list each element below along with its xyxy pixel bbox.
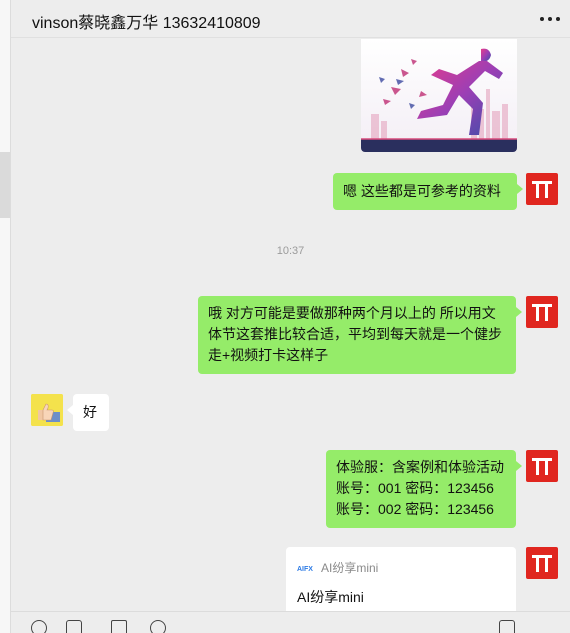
- thumbs-up-icon: [31, 394, 63, 426]
- conversation-list-edge[interactable]: [0, 0, 11, 633]
- more-dots-icon[interactable]: [540, 10, 560, 28]
- message-bubble-mine[interactable]: 嗯 这些都是可参考的资料: [333, 173, 523, 210]
- message-text: 好: [83, 404, 97, 420]
- emoji-icon[interactable]: [31, 620, 47, 633]
- message-line: 体节这套推比较合适，平均到每天就是一个健步: [208, 326, 502, 342]
- call-icon[interactable]: [499, 620, 515, 633]
- my-avatar[interactable]: [526, 173, 558, 205]
- chat-history-icon[interactable]: [150, 620, 166, 633]
- pi-logo-icon: [532, 181, 552, 198]
- mini-program-logo-icon: AIFX: [297, 566, 313, 573]
- mini-program-source-name: AI纷享mini: [321, 561, 379, 575]
- folder-icon[interactable]: [66, 620, 82, 633]
- mini-program-card[interactable]: AIFX AI纷享mini AI纷享mini: [286, 547, 516, 611]
- pi-logo-icon: [532, 458, 552, 475]
- chat-window: vinson蔡晓鑫万华 13632410809 嗯 这些都是可参考的资料 10:…: [0, 0, 570, 633]
- pi-logo-icon: [532, 304, 552, 321]
- runner-image: [361, 39, 517, 152]
- mini-program-source: AIFX AI纷享mini: [297, 559, 378, 576]
- scissors-icon[interactable]: [111, 620, 127, 633]
- mini-program-title: AI纷享mini: [297, 589, 364, 605]
- message-bubble-other[interactable]: 好: [67, 394, 109, 431]
- svg-text:AIFX: AIFX: [297, 566, 313, 573]
- message-list[interactable]: 嗯 这些都是可参考的资料 10:37 哦 对方可能是要做那种两个月以上的 所以用…: [11, 39, 570, 611]
- selected-conversation-marker: [0, 152, 10, 218]
- message-timestamp: 10:37: [276, 245, 305, 257]
- message-bubble-mine[interactable]: 哦 对方可能是要做那种两个月以上的 所以用文 体节这套推比较合适，平均到每天就是…: [198, 296, 522, 374]
- pi-logo-icon: [532, 555, 552, 572]
- my-avatar[interactable]: [526, 296, 558, 328]
- chat-title: vinson蔡晓鑫万华 13632410809: [32, 15, 261, 32]
- image-message[interactable]: [361, 39, 517, 152]
- message-line: 走+视频打卡这样子: [208, 347, 329, 363]
- message-line: 账号：001 密码：123456: [336, 480, 494, 496]
- chat-header: vinson蔡晓鑫万华 13632410809: [11, 0, 570, 38]
- my-avatar[interactable]: [526, 547, 558, 579]
- message-line: 哦 对方可能是要做那种两个月以上的 所以用文: [208, 305, 496, 321]
- my-avatar[interactable]: [526, 450, 558, 482]
- message-bubble-mine[interactable]: 体验服：含案例和体验活动 账号：001 密码：123456 账号：002 密码：…: [326, 450, 522, 528]
- message-line: 体验服：含案例和体验活动: [336, 459, 504, 475]
- input-toolbar: [11, 611, 570, 633]
- message-text: 嗯 这些都是可参考的资料: [343, 183, 501, 199]
- contact-avatar[interactable]: [31, 394, 63, 426]
- message-line: 账号：002 密码：123456: [336, 501, 494, 517]
